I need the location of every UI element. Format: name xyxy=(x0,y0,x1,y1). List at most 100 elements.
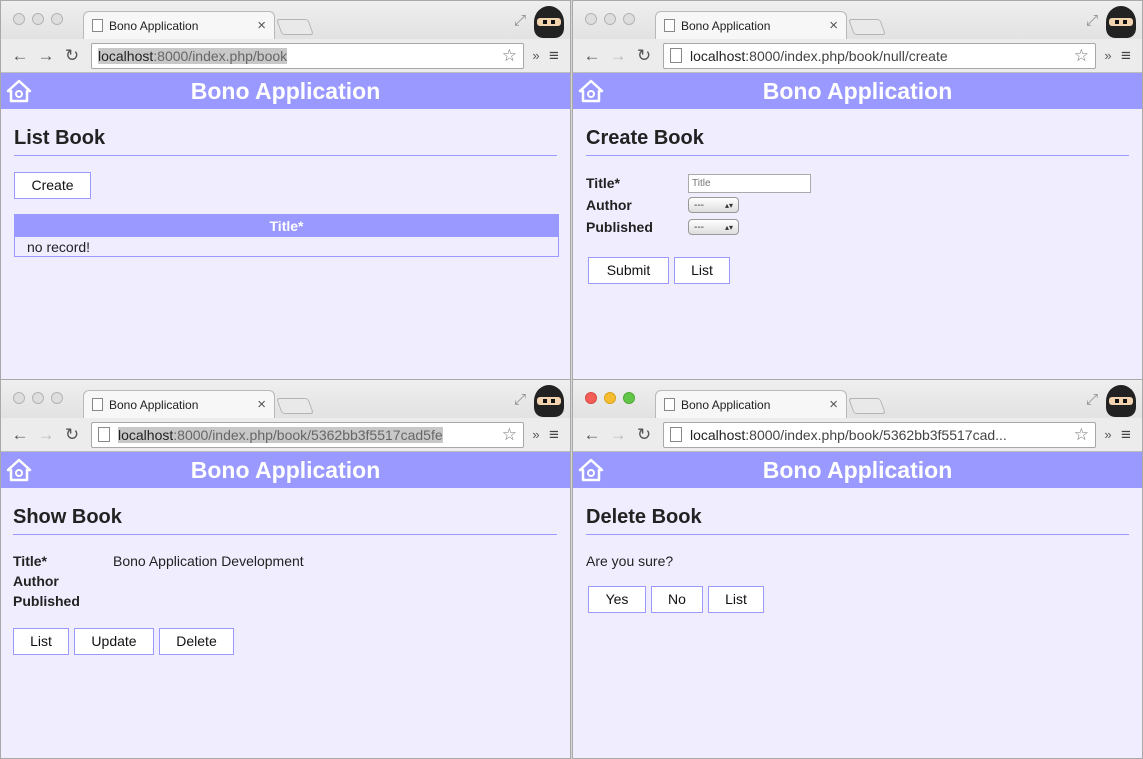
form-row-title: Title* xyxy=(586,172,1129,194)
author-select[interactable]: --- ▴▾ xyxy=(688,197,739,213)
column-header-title[interactable]: Title* xyxy=(14,214,559,237)
fullscreen-icon[interactable]: ⤢ xyxy=(1086,12,1098,29)
form-row-author: Author --- ▴▾ xyxy=(586,194,1129,216)
forward-icon[interactable]: → xyxy=(605,425,631,445)
menu-icon[interactable]: ≡ xyxy=(544,425,564,445)
app-brand[interactable]: Bono Application xyxy=(191,457,381,483)
back-icon[interactable]: ← xyxy=(579,425,605,445)
minimize-window-button[interactable] xyxy=(604,392,616,404)
close-icon[interactable]: × xyxy=(829,17,838,34)
extensions-chevron-icon[interactable]: » xyxy=(1100,427,1116,442)
minimize-window-button[interactable] xyxy=(32,13,44,25)
reload-icon[interactable]: ↻ xyxy=(631,46,657,66)
url-path: :8000/index.php/book/null/create xyxy=(745,47,948,64)
star-icon[interactable]: ☆ xyxy=(1074,46,1089,66)
home-icon[interactable] xyxy=(6,458,32,482)
browser-tab[interactable]: Bono Application × xyxy=(83,390,275,418)
tab-title: Bono Application xyxy=(681,397,771,412)
fullscreen-icon[interactable]: ⤢ xyxy=(514,391,526,408)
forward-icon[interactable]: → xyxy=(33,425,59,445)
close-window-button[interactable] xyxy=(13,392,25,404)
title-input[interactable] xyxy=(688,173,811,193)
list-button[interactable]: List xyxy=(674,257,730,284)
title-label: Title* xyxy=(13,553,47,569)
new-tab-button[interactable] xyxy=(848,19,886,35)
published-select[interactable]: --- ▴▾ xyxy=(688,219,739,235)
create-form: Title* Author --- ▴▾ Published --- ▴▾ xyxy=(586,172,1129,238)
submit-button[interactable]: Submit xyxy=(588,257,669,284)
app-header: Bono Application xyxy=(573,452,1142,488)
minimize-window-button[interactable] xyxy=(604,13,616,25)
page-icon xyxy=(670,427,682,442)
page-content: Show Book Title* Bono Application Develo… xyxy=(1,488,570,655)
reload-icon[interactable]: ↻ xyxy=(631,425,657,445)
detail-row-published: Published xyxy=(13,591,557,611)
app-header: Bono Application xyxy=(573,73,1142,109)
list-button[interactable]: List xyxy=(13,628,69,655)
published-select-value: --- xyxy=(694,221,704,233)
delete-button[interactable]: Delete xyxy=(159,628,234,655)
published-label: Published xyxy=(13,593,80,609)
create-button[interactable]: Create xyxy=(14,172,91,199)
home-icon[interactable] xyxy=(578,458,604,482)
extensions-chevron-icon[interactable]: » xyxy=(528,427,544,442)
address-bar[interactable]: localhost:8000/index.php/book/5362bb3f55… xyxy=(663,421,1096,448)
zoom-window-button[interactable] xyxy=(51,392,63,404)
empty-message: no record! xyxy=(14,236,559,257)
back-icon[interactable]: ← xyxy=(579,46,605,66)
address-bar[interactable]: localhost:8000/index.php/book ☆ xyxy=(91,42,524,69)
extensions-chevron-icon[interactable]: » xyxy=(1100,48,1116,63)
star-icon[interactable]: ☆ xyxy=(502,46,517,66)
fullscreen-icon[interactable]: ⤢ xyxy=(1086,391,1098,408)
home-icon[interactable] xyxy=(6,79,32,103)
close-icon[interactable]: × xyxy=(257,17,266,34)
app-header: Bono Application xyxy=(1,73,570,109)
extensions-chevron-icon[interactable]: » xyxy=(528,48,544,63)
yes-button[interactable]: Yes xyxy=(588,586,646,613)
close-icon[interactable]: × xyxy=(257,396,266,413)
page-title: Delete Book xyxy=(586,488,1129,535)
reload-icon[interactable]: ↻ xyxy=(59,46,85,66)
star-icon[interactable]: ☆ xyxy=(502,425,517,445)
no-button[interactable]: No xyxy=(651,586,703,613)
url-host: localhost xyxy=(690,426,746,443)
tab-strip: Bono Application × ⤢ xyxy=(573,380,1142,418)
browser-tab[interactable]: Bono Application × xyxy=(83,11,275,39)
back-icon[interactable]: ← xyxy=(7,46,33,66)
minimize-window-button[interactable] xyxy=(32,392,44,404)
zoom-window-button[interactable] xyxy=(51,13,63,25)
new-tab-button[interactable] xyxy=(276,398,314,414)
fullscreen-icon[interactable]: ⤢ xyxy=(514,12,526,29)
close-window-button[interactable] xyxy=(585,13,597,25)
close-window-button[interactable] xyxy=(585,392,597,404)
update-button[interactable]: Update xyxy=(74,628,154,655)
zoom-window-button[interactable] xyxy=(623,392,635,404)
home-icon[interactable] xyxy=(578,79,604,103)
zoom-window-button[interactable] xyxy=(623,13,635,25)
list-button[interactable]: List xyxy=(708,586,764,613)
forward-icon[interactable]: → xyxy=(605,46,631,66)
address-bar[interactable]: localhost:8000/index.php/book/null/creat… xyxy=(663,42,1096,69)
new-tab-button[interactable] xyxy=(848,398,886,414)
browser-tab[interactable]: Bono Application × xyxy=(655,390,847,418)
close-window-button[interactable] xyxy=(13,13,25,25)
address-bar[interactable]: localhost:8000/index.php/book/5362bb3f55… xyxy=(91,421,524,448)
app-brand[interactable]: Bono Application xyxy=(763,457,953,483)
browser-window-delete: Bono Application × ⤢ ← → ↻ localhost:800… xyxy=(572,379,1143,759)
detail-row-title: Title* Bono Application Development xyxy=(13,551,557,571)
reload-icon[interactable]: ↻ xyxy=(59,425,85,445)
new-tab-button[interactable] xyxy=(276,19,314,35)
menu-icon[interactable]: ≡ xyxy=(1116,425,1136,445)
star-icon[interactable]: ☆ xyxy=(1074,425,1089,445)
browser-tab[interactable]: Bono Application × xyxy=(655,11,847,39)
forward-icon[interactable]: → xyxy=(33,46,59,66)
menu-icon[interactable]: ≡ xyxy=(544,46,564,66)
app-brand[interactable]: Bono Application xyxy=(763,78,953,104)
detail-list: Title* Bono Application Development Auth… xyxy=(13,551,557,611)
menu-icon[interactable]: ≡ xyxy=(1116,46,1136,66)
close-icon[interactable]: × xyxy=(829,396,838,413)
back-icon[interactable]: ← xyxy=(7,425,33,445)
records-table: Title* no record! xyxy=(14,214,559,257)
app-brand[interactable]: Bono Application xyxy=(191,78,381,104)
title-label: Title* xyxy=(586,175,620,191)
